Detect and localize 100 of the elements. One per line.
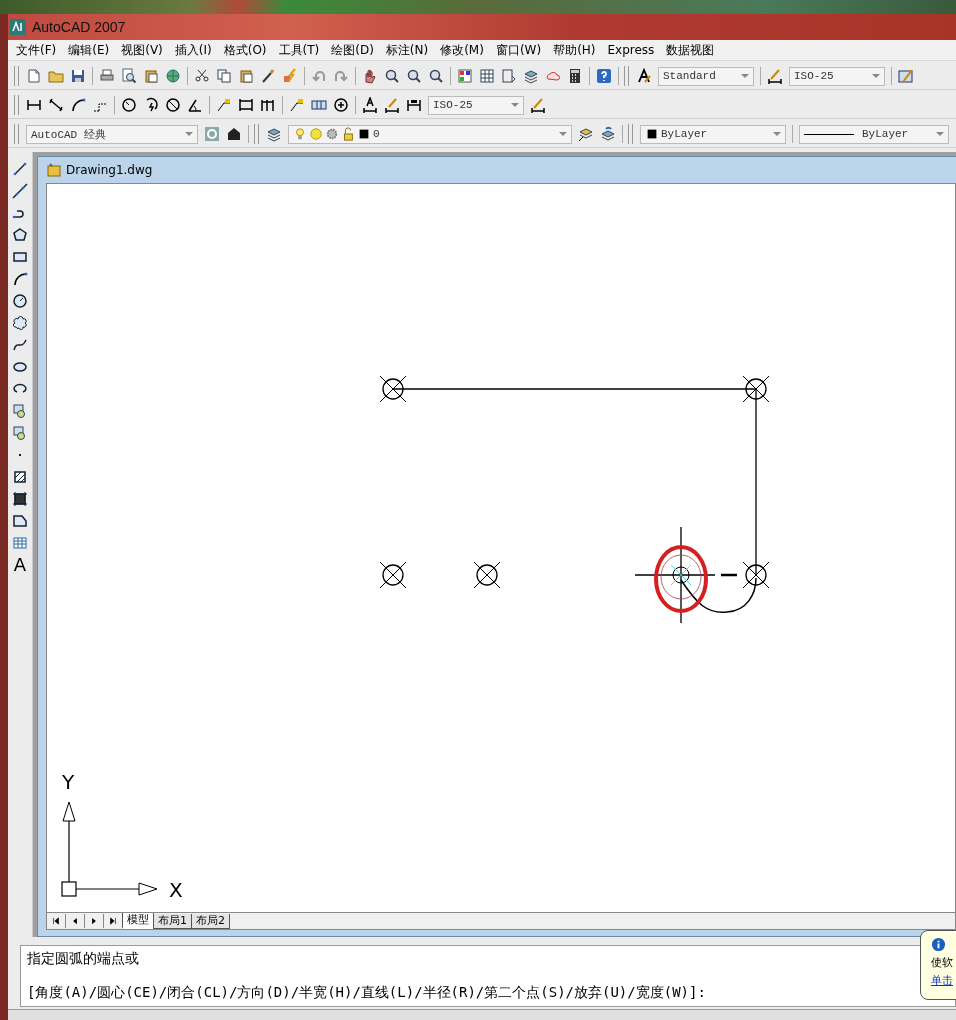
last-arrow-icon[interactable] — [108, 916, 118, 926]
calculator-icon[interactable] — [567, 68, 583, 84]
zoom-icon[interactable] — [406, 68, 422, 84]
menu-item[interactable]: 数据视图 — [660, 41, 721, 59]
palette-icon[interactable] — [457, 68, 473, 84]
layer-dropdown[interactable]: 0 — [288, 124, 572, 144]
color-swatch-icon — [645, 127, 659, 141]
diagonal-dimension-icon[interactable] — [48, 97, 64, 113]
folder-icon[interactable] — [48, 68, 64, 84]
menu-item[interactable]: 修改(M) — [434, 41, 490, 59]
hatch-icon[interactable] — [12, 469, 28, 485]
menu-item[interactable]: 绘图(D) — [325, 41, 380, 59]
menu-item[interactable]: Express — [601, 43, 661, 57]
menu-item[interactable]: 工具(T) — [272, 41, 326, 59]
circle-radius-icon[interactable] — [121, 97, 137, 113]
table-style-icon[interactable] — [898, 68, 914, 84]
document-icon[interactable] — [26, 68, 42, 84]
arc-icon[interactable] — [70, 97, 86, 113]
clipboard-icon[interactable] — [143, 68, 159, 84]
printer-icon[interactable] — [99, 68, 115, 84]
baseline-icon[interactable] — [238, 97, 254, 113]
magnifier-icon[interactable] — [121, 68, 137, 84]
line-icon[interactable] — [12, 161, 28, 177]
hand-icon[interactable] — [362, 68, 378, 84]
color-dropdown[interactable]: ByLayer — [640, 124, 786, 144]
dimension-style-dropdown[interactable]: ISO-25 — [789, 66, 885, 86]
circle-icon[interactable] — [12, 293, 28, 309]
clipboard-icon[interactable] — [238, 68, 254, 84]
arc-icon[interactable] — [12, 271, 28, 287]
pentagon-icon[interactable] — [12, 227, 28, 243]
tolerance-icon[interactable] — [311, 97, 327, 113]
lightning-icon[interactable] — [282, 68, 298, 84]
point-marker — [742, 561, 770, 589]
leader-icon[interactable] — [216, 97, 232, 113]
scissors-icon[interactable] — [194, 68, 210, 84]
notification-link[interactable]: 单击 — [931, 973, 956, 988]
first-arrow-icon[interactable] — [51, 916, 61, 926]
highlight-ellipse — [654, 545, 708, 613]
gradient-icon[interactable] — [12, 491, 28, 507]
menu-item[interactable]: 窗口(W) — [489, 41, 548, 59]
zoom-icon[interactable] — [384, 68, 400, 84]
ellipse-icon[interactable] — [12, 359, 28, 375]
revision-cloud-icon[interactable] — [12, 315, 28, 331]
menu-item[interactable]: 标注(N) — [379, 41, 435, 59]
dimension-style-dropdown[interactable]: ISO-25 — [428, 95, 524, 115]
zoom-icon[interactable] — [428, 68, 444, 84]
brush-icon[interactable] — [260, 68, 276, 84]
dimension-style-icon[interactable] — [767, 68, 783, 84]
grid-icon[interactable] — [479, 68, 495, 84]
leader-icon[interactable] — [289, 97, 305, 113]
center-mark-icon[interactable] — [333, 97, 349, 113]
region-icon[interactable] — [12, 513, 28, 529]
globe-icon[interactable] — [165, 68, 181, 84]
sheets-icon[interactable] — [501, 68, 517, 84]
dash — [721, 573, 737, 577]
block-icon[interactable] — [12, 403, 28, 419]
drawing-title: Drawing1.dwg — [66, 163, 153, 177]
window-title: AutoCAD 2007 — [32, 19, 126, 35]
menu-item[interactable]: 插入(I) — [168, 41, 218, 59]
layout-tab[interactable]: 布局2 — [191, 913, 230, 929]
layers-arrow-icon[interactable] — [578, 126, 594, 142]
rectangle-icon[interactable] — [12, 249, 28, 265]
point-marker — [473, 561, 501, 589]
menu-item[interactable]: 文件(F) — [10, 41, 63, 59]
command-options: [角度(A)/圆心(CE)/闭合(CL)/方向(D)/半宽(H)/直线(L)/半径(R)/第二个点(S)/放弃(U)/宽度(W)]: — [27, 984, 706, 1002]
pages-icon[interactable] — [216, 68, 232, 84]
menu-item[interactable]: 编辑(E) — [62, 41, 116, 59]
point-marker — [379, 375, 407, 403]
layers-undo-icon[interactable] — [600, 126, 616, 142]
layout-tab[interactable]: 模型 — [122, 913, 154, 929]
menu-item[interactable]: 帮助(H) — [547, 41, 602, 59]
angle-icon[interactable] — [187, 97, 203, 113]
table-icon[interactable] — [12, 535, 28, 551]
layout-tab[interactable]: 布局1 — [153, 913, 192, 929]
dimension-pencil-icon[interactable] — [384, 97, 400, 113]
text-style-icon[interactable] — [636, 68, 652, 84]
lightbulb-icon — [293, 127, 307, 141]
menu-item[interactable]: 视图(V) — [115, 41, 169, 59]
padlock-icon — [341, 127, 355, 141]
spline-icon[interactable] — [12, 337, 28, 353]
linetype-dropdown[interactable]: ByLayer — [799, 124, 949, 144]
ucs-y-label: Y — [62, 770, 75, 794]
construction-line-icon[interactable] — [12, 183, 28, 199]
house-icon[interactable] — [226, 126, 242, 142]
color-swatch-icon — [357, 127, 371, 141]
dimension-update-icon[interactable] — [406, 97, 422, 113]
dimension-text-icon[interactable] — [362, 97, 378, 113]
help-icon[interactable] — [596, 68, 612, 84]
text-style-dropdown[interactable]: Standard — [658, 66, 754, 86]
dimension-style-icon[interactable] — [530, 97, 546, 113]
drawing-canvas[interactable]: Y X — [46, 183, 956, 913]
dimension-icon[interactable] — [26, 97, 42, 113]
layers-icon[interactable] — [523, 68, 539, 84]
layers-icon[interactable] — [266, 126, 282, 142]
block-icon[interactable] — [12, 425, 28, 441]
continue-icon[interactable] — [260, 97, 276, 113]
workspace-dropdown[interactable]: AutoCAD 经典 — [26, 124, 198, 144]
circle-diameter-icon[interactable] — [165, 97, 181, 113]
menu-item[interactable]: 格式(O) — [217, 41, 273, 59]
text-tool-button[interactable]: A — [13, 554, 27, 576]
